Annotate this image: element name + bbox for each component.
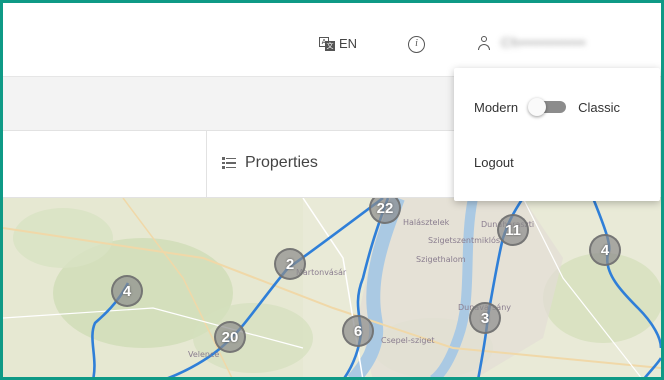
map-view[interactable]: Halásztelek Szigetszentmiklós Szigethalo… — [3, 198, 661, 377]
map-place-label: Csepel-sziget — [381, 336, 435, 345]
ui-mode-toggle-row: Modern Classic — [474, 98, 620, 116]
map-cluster-marker[interactable]: 11 — [497, 214, 529, 246]
map-place-label: Velence — [188, 350, 220, 359]
toggle-classic-label: Classic — [578, 99, 620, 115]
toggle-modern-label: Modern — [474, 99, 519, 115]
user-dropdown-menu: Modern Classic Logout — [454, 68, 660, 201]
map-cluster-marker[interactable]: 4 — [589, 234, 621, 266]
list-icon — [222, 157, 236, 169]
panel-divider — [206, 131, 207, 198]
user-name: Ch•••••••••••• — [501, 35, 587, 50]
map-cluster-marker[interactable]: 3 — [469, 302, 501, 334]
map-place-label: Halásztelek — [403, 218, 450, 227]
ui-mode-switch[interactable] — [528, 98, 568, 116]
map-cluster-marker[interactable]: 20 — [214, 321, 246, 353]
top-header: A文 EN i Ch•••••••••••• — [3, 3, 661, 77]
map-place-label: Szigethalom — [416, 255, 466, 264]
properties-label: Properties — [245, 154, 318, 171]
logout-menu-item[interactable]: Logout — [474, 155, 514, 170]
map-cluster-marker[interactable]: 6 — [342, 315, 374, 347]
map-base-layer — [3, 198, 661, 377]
properties-tab[interactable]: Properties — [222, 154, 318, 172]
map-cluster-marker[interactable]: 4 — [111, 275, 143, 307]
app-window: A文 EN i Ch•••••••••••• Properties Halász… — [0, 0, 664, 380]
info-icon[interactable]: i — [408, 36, 425, 53]
language-label: EN — [339, 36, 358, 51]
user-menu-button[interactable]: Ch•••••••••••• — [477, 35, 586, 50]
user-icon — [477, 35, 491, 50]
translate-icon: A文 — [319, 36, 335, 51]
map-cluster-marker[interactable]: 2 — [274, 248, 306, 280]
switch-knob — [528, 98, 547, 116]
map-place-label: Szigetszentmiklós — [428, 236, 501, 245]
language-selector[interactable]: A文 EN — [319, 36, 357, 51]
